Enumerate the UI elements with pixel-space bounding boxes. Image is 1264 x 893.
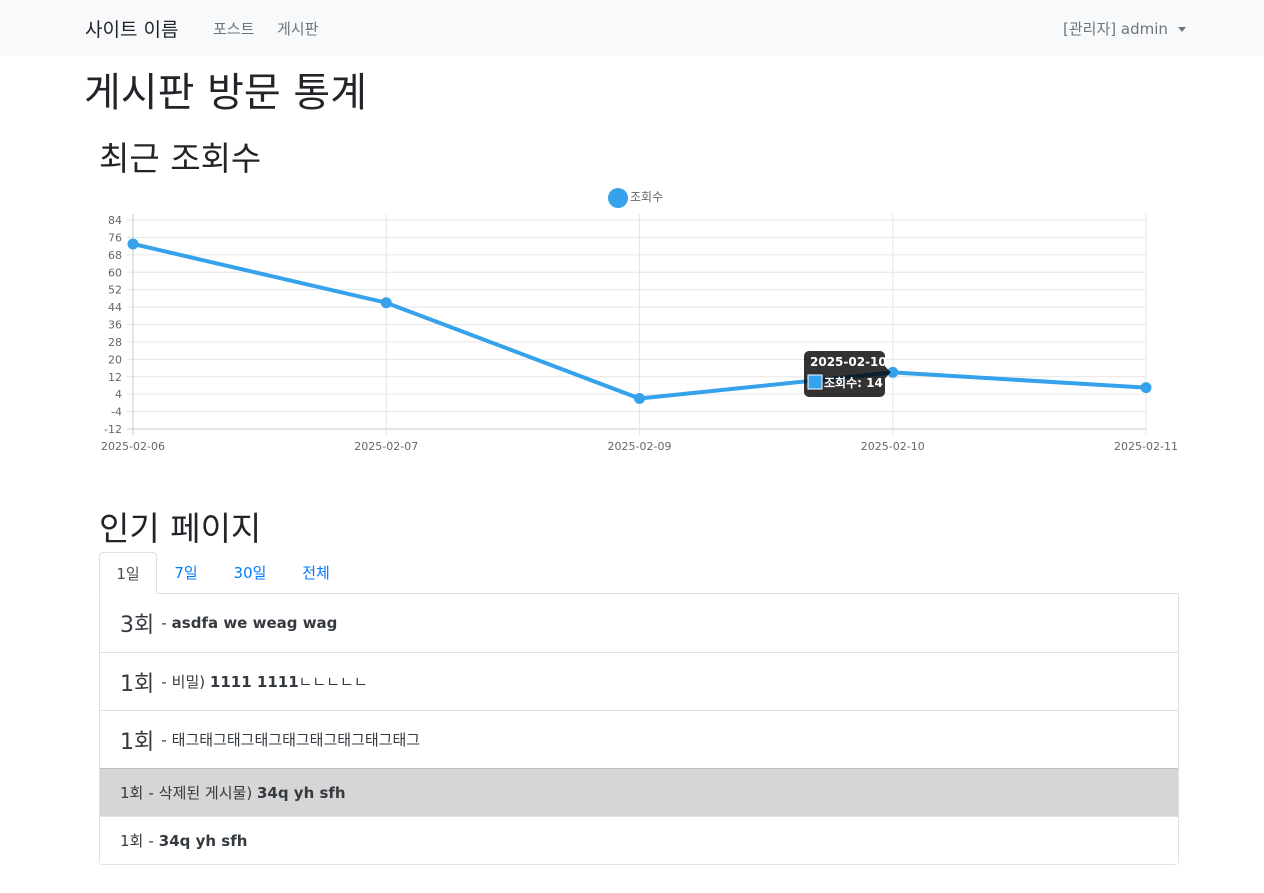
page-title-text: 삭제된 게시물) 34q yh sfh	[159, 782, 346, 803]
title-main: 34q yh sfh	[158, 831, 248, 850]
popular-page-item-content: 3회 - asdfa we weag wag	[120, 594, 337, 652]
popular-page-item-content: 1회 -34q yh sfh	[120, 817, 247, 864]
x-tick-label: 2025-02-10	[861, 440, 925, 453]
user-menu-toggle[interactable]: [관리자] admin	[1063, 18, 1168, 39]
page-title-text: 태그태그태그태그태그태그태그태그태그	[172, 729, 420, 750]
legend-label: 조회수	[630, 190, 663, 204]
y-tick-label: 4	[115, 388, 122, 401]
tooltip-label: 조회수: 14	[824, 375, 883, 390]
popular-page-item-content: 1회 - 태그태그태그태그태그태그태그태그태그	[120, 711, 420, 768]
y-tick-label: 20	[108, 353, 122, 366]
title-prefix: 비밀)	[171, 673, 210, 691]
view-count: 1회	[120, 729, 155, 755]
period-tabs: 1일 7일 30일 전체	[99, 552, 1179, 594]
popular-page-item[interactable]: 3회 - asdfa we weag wag	[100, 594, 1178, 652]
x-tick-label: 2025-02-06	[101, 440, 165, 453]
y-tick-label: -4	[111, 406, 122, 419]
tooltip-title: 2025-02-10	[810, 355, 887, 369]
popular-pages-heading: 인기 페이지	[99, 509, 262, 548]
y-tick-label: 68	[108, 249, 122, 262]
y-tick-label: 60	[108, 266, 122, 279]
y-tick-label: 28	[108, 336, 122, 349]
popular-page-item[interactable]: 1회 - 삭제된 게시물) 34q yh sfh	[100, 768, 1178, 816]
x-tick-label: 2025-02-11	[1114, 440, 1178, 453]
popular-page-item[interactable]: 1회 -34q yh sfh	[100, 816, 1178, 864]
separator: -	[161, 614, 167, 632]
view-count: 1회	[120, 832, 144, 850]
nav-link-board[interactable]: 게시판	[277, 18, 318, 39]
popular-page-item[interactable]: 1회 - 비밀) 1111 1111ㄴㄴㄴㄴㄴ	[100, 652, 1178, 710]
y-tick-label: 36	[108, 319, 122, 332]
tab-7-days[interactable]: 7일	[159, 552, 213, 594]
y-tick-label: 52	[108, 284, 122, 297]
views-line-chart: 84 76 68 60 52 44 36 28 20 12 4 -4 -12 2025-02-06 2025…	[101, 188, 1178, 453]
navbar: 사이트 이름 포스트 게시판 [관리자] admin	[0, 0, 1264, 56]
legend-marker	[608, 188, 628, 208]
title-main: 34q yh sfh	[256, 784, 346, 802]
popular-page-item-content: 1회 - 삭제된 게시물) 34q yh sfh	[120, 769, 346, 816]
title-main: asdfa we weag wag	[171, 614, 338, 632]
site-brand[interactable]: 사이트 이름	[85, 15, 178, 42]
data-point	[127, 238, 139, 250]
title-suffix: ㄴㄴㄴㄴㄴ	[298, 673, 368, 691]
page-title: 게시판 방문 통계	[84, 70, 368, 116]
separator: -	[148, 831, 154, 850]
data-point	[380, 297, 392, 309]
y-tick-label: 12	[108, 371, 122, 384]
recent-views-heading: 최근 조회수	[99, 139, 262, 178]
x-tick-label: 2025-02-09	[608, 440, 672, 453]
nav-link-posts[interactable]: 포스트	[213, 18, 254, 39]
y-tick-label: -12	[104, 423, 122, 436]
popular-page-item-content: 1회 - 비밀) 1111 1111ㄴㄴㄴㄴㄴ	[120, 653, 368, 710]
y-tick-label: 44	[108, 301, 122, 314]
tooltip-swatch	[807, 374, 823, 390]
view-count: 3회	[120, 613, 155, 638]
y-tick-label: 84	[108, 214, 122, 227]
data-point	[1140, 382, 1152, 394]
page-title-text: 비밀) 1111 1111ㄴㄴㄴㄴㄴ	[172, 671, 368, 692]
separator: -	[161, 730, 167, 749]
view-count: 1회	[120, 671, 155, 697]
title-suffix: 태그태그태그태그태그태그태그태그태그	[171, 731, 421, 749]
title-main: 1111 1111	[209, 673, 299, 691]
view-count: 1회	[120, 784, 144, 802]
page-title-text: 34q yh sfh	[159, 832, 248, 850]
popular-page-item[interactable]: 1회 - 태그태그태그태그태그태그태그태그태그	[100, 710, 1178, 768]
tab-all[interactable]: 전체	[287, 552, 345, 594]
separator: -	[148, 783, 154, 802]
tab-30-days[interactable]: 30일	[219, 552, 281, 594]
separator: -	[161, 672, 167, 691]
x-tick-label: 2025-02-07	[354, 440, 418, 453]
data-point	[634, 393, 645, 405]
tab-1-day[interactable]: 1일	[99, 552, 157, 594]
title-prefix: 삭제된 게시물)	[158, 784, 257, 802]
page-title-text: asdfa we weag wag	[172, 614, 338, 632]
y-tick-label: 76	[108, 231, 122, 244]
popular-pages-list: 3회 - asdfa we weag wag 1회 - 비밀) 1111 1111ㄴㄴㄴㄴ…	[99, 594, 1179, 865]
chevron-down-icon[interactable]	[1178, 27, 1186, 32]
